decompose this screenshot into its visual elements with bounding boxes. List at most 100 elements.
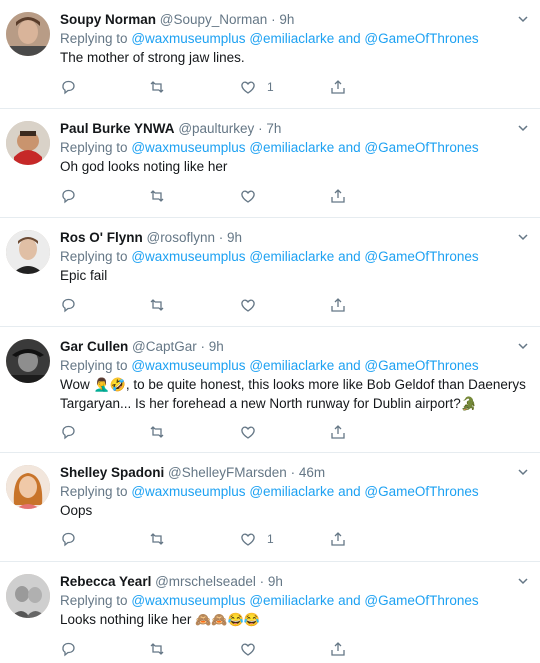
mention-link[interactable]: @waxmuseumplus — [131, 358, 245, 373]
avatar[interactable] — [6, 12, 50, 56]
mention-link[interactable]: @emiliaclarke — [249, 358, 334, 373]
share-button[interactable] — [330, 296, 346, 314]
chevron-down-icon[interactable] — [516, 12, 530, 26]
tweet-header: Paul Burke YNWA @paulturkey · 7h — [60, 121, 282, 136]
mention-link[interactable]: @emiliaclarke — [249, 593, 334, 608]
retweet-button[interactable] — [149, 530, 165, 548]
reply-button[interactable] — [60, 78, 76, 96]
like-button[interactable] — [240, 640, 267, 658]
mention-link[interactable]: @waxmuseumplus — [131, 593, 245, 608]
retweet-button[interactable] — [149, 78, 165, 96]
mention-link[interactable]: @GameOfThrones — [364, 249, 478, 264]
author-name[interactable]: Gar Cullen — [60, 339, 128, 354]
mention-link[interactable]: @waxmuseumplus — [131, 484, 245, 499]
retweet-icon — [150, 533, 164, 545]
tweet-content: Gar Cullen @CaptGar · 9h Replying to @wa… — [60, 338, 526, 413]
timestamp[interactable]: 9h — [279, 12, 294, 27]
retweet-icon — [150, 190, 164, 202]
chevron-down-icon[interactable] — [516, 339, 530, 353]
like-button[interactable]: 1 — [240, 78, 274, 96]
tweet-text: Wow 🤦‍♂️🤣, to be quite honest, this look… — [60, 377, 526, 411]
mention-link[interactable]: @GameOfThrones — [364, 358, 478, 373]
replying-to: Replying to @waxmuseumplus @emiliaclarke… — [60, 249, 479, 264]
tweet[interactable]: Soupy Norman @Soupy_Norman · 9h Replying… — [0, 0, 540, 109]
mention-link[interactable]: @waxmuseumplus — [131, 249, 245, 264]
mention-link[interactable]: @emiliaclarke — [249, 249, 334, 264]
author-name[interactable]: Paul Burke YNWA — [60, 121, 175, 136]
author-handle[interactable]: @Soupy_Norman — [160, 12, 268, 27]
mention-link[interactable]: @GameOfThrones — [364, 593, 478, 608]
reply-button[interactable] — [60, 296, 76, 314]
timestamp[interactable]: 9h — [268, 574, 283, 589]
author-name[interactable]: Rebecca Yearl — [60, 574, 151, 589]
reply-button[interactable] — [60, 530, 76, 548]
share-button[interactable] — [330, 187, 346, 205]
tweet-actions: 1 — [60, 530, 360, 548]
mention-link[interactable]: @waxmuseumplus — [131, 140, 245, 155]
reply-button[interactable] — [60, 423, 76, 441]
retweet-button[interactable] — [149, 187, 165, 205]
chevron-down-icon[interactable] — [516, 230, 530, 244]
like-button[interactable] — [240, 296, 267, 314]
author-handle[interactable]: @CaptGar — [132, 339, 197, 354]
author-name[interactable]: Shelley Spadoni — [60, 465, 164, 480]
tweet[interactable]: Gar Cullen @CaptGar · 9h Replying to @wa… — [0, 327, 540, 453]
avatar[interactable] — [6, 465, 50, 509]
author-handle[interactable]: @mrschelseadel — [155, 574, 256, 589]
like-button[interactable] — [240, 187, 267, 205]
share-button[interactable] — [330, 423, 346, 441]
tweet-text: Oh god looks noting like her — [60, 159, 228, 174]
tweet-text: Epic fail — [60, 268, 108, 283]
mention-link[interactable]: @GameOfThrones — [364, 31, 478, 46]
author-handle[interactable]: @paulturkey — [178, 121, 254, 136]
avatar[interactable] — [6, 121, 50, 165]
chevron-down-icon[interactable] — [516, 574, 530, 588]
timestamp[interactable]: 9h — [227, 230, 242, 245]
avatar[interactable] — [6, 574, 50, 618]
tweet-header: Soupy Norman @Soupy_Norman · 9h — [60, 12, 295, 27]
tweet-text: Looks nothing like her 🙈🙈😂😂 — [60, 612, 260, 627]
author-handle[interactable]: @ShelleyFMarsden — [168, 465, 287, 480]
like-button[interactable] — [240, 423, 267, 441]
retweet-button[interactable] — [149, 296, 165, 314]
share-icon — [331, 298, 345, 312]
mention-link[interactable]: @GameOfThrones — [364, 484, 478, 499]
tweet-actions: 1 — [60, 78, 360, 96]
avatar[interactable] — [6, 230, 50, 274]
mention-link[interactable]: @emiliaclarke — [249, 31, 334, 46]
reply-button[interactable] — [60, 187, 76, 205]
reply-icon — [62, 642, 75, 657]
author-name[interactable]: Ros O' Flynn — [60, 230, 143, 245]
tweet[interactable]: Ros O' Flynn @rosoflynn · 9h Replying to… — [0, 218, 540, 327]
reply-button[interactable] — [60, 640, 76, 658]
mention-link[interactable]: @GameOfThrones — [364, 140, 478, 155]
chevron-down-icon[interactable] — [516, 465, 530, 479]
author-handle[interactable]: @rosoflynn — [146, 230, 214, 245]
retweet-icon — [150, 299, 164, 311]
chevron-down-icon[interactable] — [516, 121, 530, 135]
share-button[interactable] — [330, 530, 346, 548]
share-button[interactable] — [330, 640, 346, 658]
author-name[interactable]: Soupy Norman — [60, 12, 156, 27]
mention-link[interactable]: @emiliaclarke — [249, 140, 334, 155]
share-icon — [331, 642, 345, 656]
tweet-actions — [60, 187, 360, 205]
avatar[interactable] — [6, 339, 50, 383]
timestamp[interactable]: 7h — [266, 121, 281, 136]
timestamp[interactable]: 9h — [209, 339, 224, 354]
mention-link[interactable]: @emiliaclarke — [249, 484, 334, 499]
timestamp[interactable]: 46m — [299, 465, 325, 480]
share-button[interactable] — [330, 78, 346, 96]
tweet-actions — [60, 640, 360, 658]
tweet[interactable]: Rebecca Yearl @mrschelseadel · 9h Replyi… — [0, 562, 540, 663]
reply-icon — [62, 298, 75, 313]
mention-link[interactable]: @waxmuseumplus — [131, 31, 245, 46]
retweet-button[interactable] — [149, 423, 165, 441]
like-button[interactable]: 1 — [240, 530, 274, 548]
tweet-content: Rebecca Yearl @mrschelseadel · 9h Replyi… — [60, 573, 510, 629]
retweet-button[interactable] — [149, 640, 165, 658]
tweet[interactable]: Shelley Spadoni @ShelleyFMarsden · 46m R… — [0, 453, 540, 562]
tweet[interactable]: Paul Burke YNWA @paulturkey · 7h Replyin… — [0, 109, 540, 218]
like-icon — [241, 643, 255, 656]
replying-to: Replying to @waxmuseumplus @emiliaclarke… — [60, 358, 479, 373]
